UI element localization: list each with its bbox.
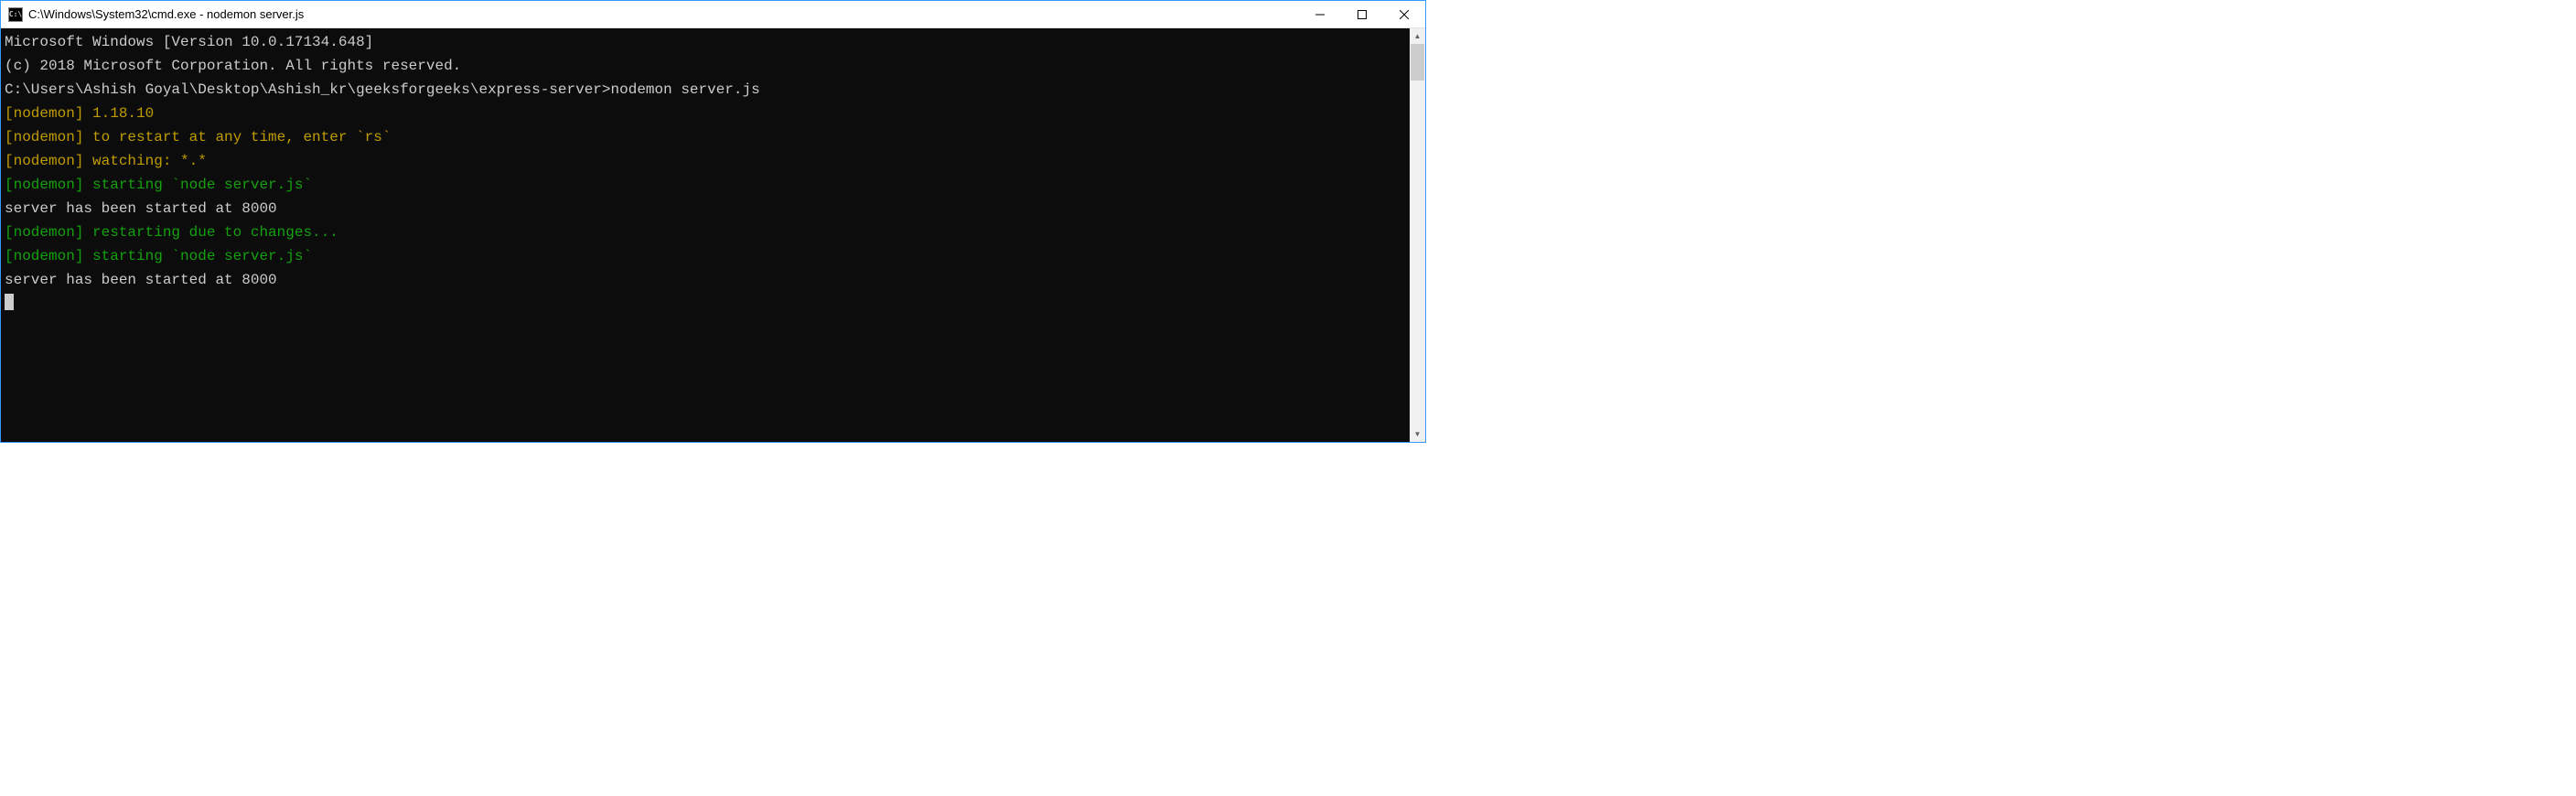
- close-button[interactable]: [1383, 1, 1425, 28]
- terminal-output[interactable]: Microsoft Windows [Version 10.0.17134.64…: [1, 28, 1410, 442]
- cmd-window: C:\ C:\Windows\System32\cmd.exe - nodemo…: [0, 0, 1426, 443]
- scroll-up-arrow[interactable]: ▲: [1410, 28, 1425, 44]
- terminal-line: Microsoft Windows [Version 10.0.17134.64…: [5, 30, 1406, 54]
- titlebar[interactable]: C:\ C:\Windows\System32\cmd.exe - nodemo…: [1, 1, 1425, 28]
- terminal-cursor: [5, 294, 14, 310]
- terminal-line: [nodemon] 1.18.10: [5, 102, 1406, 125]
- minimize-icon: [1315, 10, 1325, 19]
- vertical-scrollbar[interactable]: ▲ ▼: [1410, 28, 1425, 442]
- window-title: C:\Windows\System32\cmd.exe - nodemon se…: [28, 7, 1299, 21]
- close-icon: [1400, 10, 1409, 19]
- terminal-cursor-line: [5, 292, 1406, 316]
- terminal-line: C:\Users\Ashish Goyal\Desktop\Ashish_kr\…: [5, 78, 1406, 102]
- terminal-line: [nodemon] restarting due to changes...: [5, 221, 1406, 244]
- terminal-line: server has been started at 8000: [5, 197, 1406, 221]
- maximize-button[interactable]: [1341, 1, 1383, 28]
- scrollbar-thumb[interactable]: [1411, 44, 1424, 81]
- terminal-line: (c) 2018 Microsoft Corporation. All righ…: [5, 54, 1406, 78]
- scroll-down-arrow[interactable]: ▼: [1410, 426, 1425, 442]
- terminal-line: [nodemon] watching: *.*: [5, 149, 1406, 173]
- maximize-icon: [1358, 10, 1367, 19]
- terminal-line: [nodemon] starting `node server.js`: [5, 244, 1406, 268]
- app-icon: C:\: [8, 7, 23, 22]
- window-controls: [1299, 1, 1425, 27]
- terminal-line: server has been started at 8000: [5, 268, 1406, 292]
- terminal-line: [nodemon] to restart at any time, enter …: [5, 125, 1406, 149]
- terminal-line: [nodemon] starting `node server.js`: [5, 173, 1406, 197]
- terminal-area: Microsoft Windows [Version 10.0.17134.64…: [1, 28, 1425, 442]
- minimize-button[interactable]: [1299, 1, 1341, 28]
